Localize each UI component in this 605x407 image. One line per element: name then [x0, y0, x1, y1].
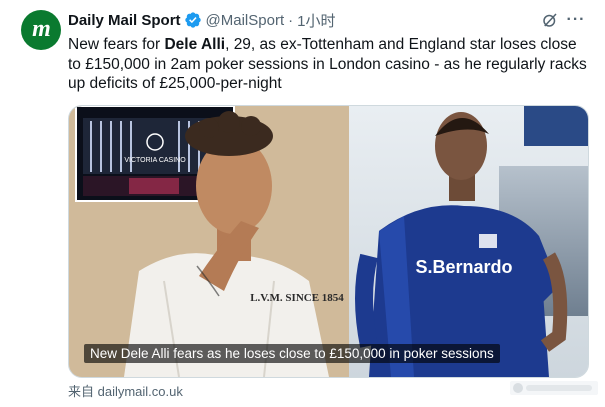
tweet-card[interactable]: m Daily Mail Sport @MailSport · 1小时 ··· … [0, 0, 605, 407]
watermark [510, 379, 598, 397]
tweet-media-image[interactable]: VICTORIA CASINO L.V.M. SINCE 1854 S.Bern… [68, 105, 589, 378]
more-icon[interactable]: ··· [566, 10, 586, 30]
timestamp[interactable]: 1小时 [297, 10, 335, 31]
shirt-print: L.V.M. SINCE 1854 [250, 292, 344, 304]
media-illustration: VICTORIA CASINO L.V.M. SINCE 1854 S.Bern… [69, 106, 588, 377]
avatar-logo: m [32, 15, 51, 42]
source-link[interactable]: 来自 dailymail.co.uk [68, 381, 183, 400]
separator-dot: · [288, 11, 294, 29]
grok-icon-graphic [543, 13, 557, 27]
tweet-text-bold: Dele Alli [164, 36, 226, 53]
grok-icon[interactable] [540, 10, 560, 30]
display-name[interactable]: Daily Mail Sport [68, 12, 181, 29]
casino-sign: VICTORIA CASINO [124, 157, 186, 164]
avatar[interactable]: m [21, 10, 61, 50]
tweet-header: Daily Mail Sport @MailSport · 1小时 [68, 10, 545, 30]
tweet-text-before: New fears for [68, 36, 165, 53]
watermark-graphic [510, 381, 598, 395]
handle[interactable]: @MailSport [206, 12, 285, 29]
tweet-text: New fears for Dele Alli, 29, as ex-Totte… [68, 35, 593, 94]
verified-badge-icon [184, 12, 201, 28]
jersey-sponsor: S.Bernardo [415, 257, 512, 277]
media-caption: New Dele Alli fears as he loses close to… [84, 344, 500, 363]
